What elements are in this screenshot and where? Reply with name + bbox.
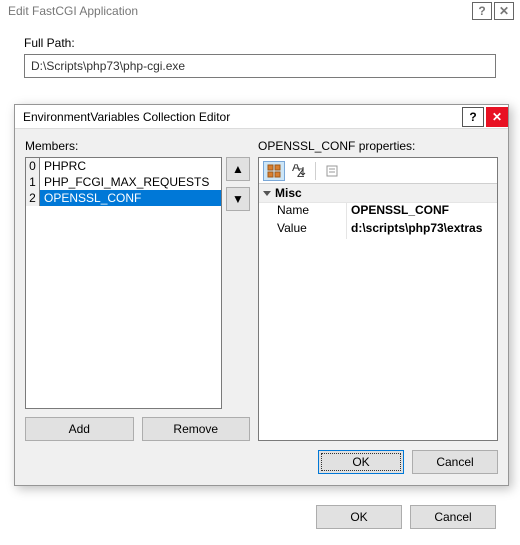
parent-help-button[interactable]: ?: [472, 2, 492, 20]
editor-ok-label: OK: [352, 455, 369, 469]
prop-row-value[interactable]: Value d:\scripts\php73\extras: [259, 221, 497, 239]
full-path-value: D:\Scripts\php73\php-cgi.exe: [31, 59, 185, 73]
chevron-down-icon: [263, 191, 271, 196]
full-path-input[interactable]: D:\Scripts\php73\php-cgi.exe: [24, 54, 496, 78]
members-pane: Members: 0PHPRC1PHP_FCGI_MAX_REQUESTS2OP…: [25, 139, 250, 441]
reorder-buttons: ▲ ▼: [226, 157, 250, 409]
editor-cancel-button[interactable]: Cancel: [412, 450, 498, 474]
parent-ok-label: OK: [350, 510, 367, 524]
add-button[interactable]: Add: [25, 417, 134, 441]
category-label: Misc: [275, 186, 302, 200]
arrow-down-icon: ▼: [232, 192, 244, 206]
categorized-view-button[interactable]: [263, 161, 285, 181]
list-item[interactable]: 0PHPRC: [26, 158, 221, 174]
remove-button[interactable]: Remove: [142, 417, 251, 441]
property-pages-button[interactable]: [321, 161, 343, 181]
editor-body: Members: 0PHPRC1PHP_FCGI_MAX_REQUESTS2OP…: [25, 139, 498, 441]
member-name: PHP_FCGI_MAX_REQUESTS: [40, 174, 221, 190]
parent-ok-button[interactable]: OK: [316, 505, 402, 529]
move-down-button[interactable]: ▼: [226, 187, 250, 211]
remove-label: Remove: [173, 422, 218, 436]
close-icon: ✕: [499, 0, 509, 22]
properties-label: OPENSSL_CONF properties:: [258, 139, 498, 153]
category-misc[interactable]: Misc: [259, 184, 497, 203]
member-name: PHPRC: [40, 158, 221, 174]
editor-footer: OK Cancel: [15, 447, 508, 477]
add-label: Add: [69, 422, 90, 436]
move-up-button[interactable]: ▲: [226, 157, 250, 181]
prop-value-value: d:\scripts\php73\extras: [347, 221, 497, 239]
help-icon: ?: [469, 110, 476, 124]
editor-ok-button[interactable]: OK: [318, 450, 404, 474]
collection-editor-dialog: EnvironmentVariables Collection Editor ?…: [14, 104, 509, 486]
member-index: 0: [26, 158, 40, 174]
parent-titlebar: Edit FastCGI Application ? ✕: [0, 0, 520, 22]
prop-name-value: OPENSSL_CONF: [347, 203, 497, 221]
member-index: 2: [26, 190, 40, 206]
member-name: OPENSSL_CONF: [40, 190, 221, 206]
members-label: Members:: [25, 139, 250, 153]
list-item[interactable]: 2OPENSSL_CONF: [26, 190, 221, 206]
prop-row-name[interactable]: Name OPENSSL_CONF: [259, 203, 497, 221]
sort-az-icon: AZ: [292, 164, 306, 178]
editor-close-button[interactable]: ✕: [486, 107, 508, 127]
property-grid[interactable]: AZ Misc Name OP: [258, 157, 498, 441]
editor-help-button[interactable]: ?: [462, 107, 484, 127]
parent-cancel-label: Cancel: [434, 510, 471, 524]
members-listbox[interactable]: 0PHPRC1PHP_FCGI_MAX_REQUESTS2OPENSSL_CON…: [25, 157, 222, 409]
editor-cancel-label: Cancel: [436, 455, 473, 469]
editor-title-text: EnvironmentVariables Collection Editor: [15, 110, 462, 124]
member-index: 1: [26, 174, 40, 190]
help-icon: ?: [478, 0, 485, 22]
alphabetical-view-button[interactable]: AZ: [288, 161, 310, 181]
toolbar-separator: [315, 162, 316, 180]
propgrid-toolbar: AZ: [259, 158, 497, 184]
prop-value-key: Value: [259, 221, 347, 239]
parent-title-text: Edit FastCGI Application: [8, 0, 472, 22]
propgrid-rows: Misc Name OPENSSL_CONF Value d:\scripts\…: [259, 184, 497, 440]
categorized-icon: [267, 164, 281, 178]
list-item[interactable]: 1PHP_FCGI_MAX_REQUESTS: [26, 174, 221, 190]
prop-name-key: Name: [259, 203, 347, 221]
close-icon: ✕: [492, 110, 502, 124]
arrow-up-icon: ▲: [232, 162, 244, 176]
parent-footer: OK Cancel: [0, 497, 520, 537]
pages-icon: [325, 164, 339, 178]
properties-pane: OPENSSL_CONF properties: AZ: [258, 139, 498, 441]
parent-close-button[interactable]: ✕: [494, 2, 514, 20]
editor-titlebar: EnvironmentVariables Collection Editor ?…: [15, 105, 508, 129]
full-path-label: Full Path:: [24, 36, 496, 50]
parent-cancel-button[interactable]: Cancel: [410, 505, 496, 529]
